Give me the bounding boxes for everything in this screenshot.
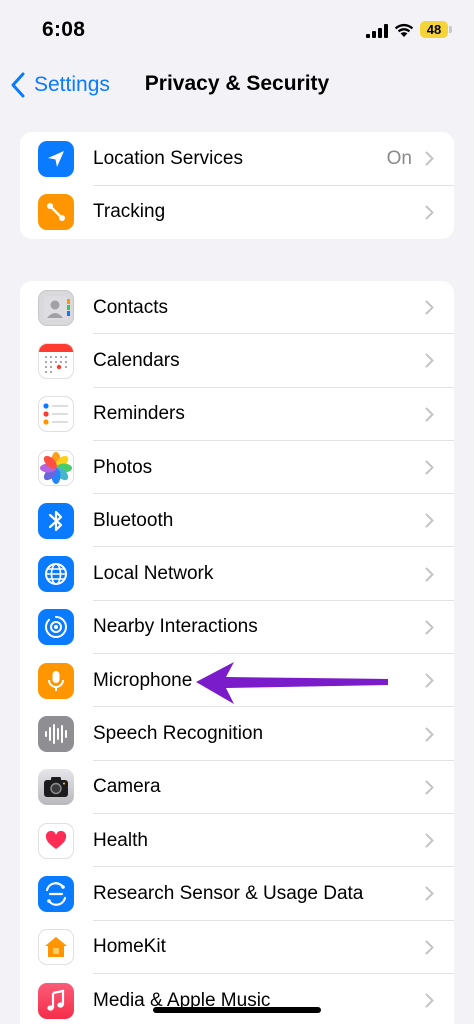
row-research-sensor[interactable]: Research Sensor & Usage Data <box>20 867 454 921</box>
reminders-icon <box>38 396 74 433</box>
music-note-icon <box>38 982 74 1019</box>
annotation-arrow <box>196 662 388 704</box>
chevron-right-icon <box>425 886 434 901</box>
row-label: Health <box>93 829 148 851</box>
heart-icon <box>38 822 74 859</box>
status-bar: 6:08 48 <box>0 0 474 60</box>
chevron-right-icon <box>425 151 434 166</box>
row-nearby-interactions[interactable]: Nearby Interactions <box>20 601 454 655</box>
chevron-right-icon <box>425 300 434 315</box>
location-arrow-icon <box>38 140 74 177</box>
chevron-left-icon <box>11 72 25 98</box>
row-value: On <box>386 147 412 169</box>
row-local-network[interactable]: Local Network <box>20 547 454 601</box>
row-photos[interactable]: Photos <box>20 441 454 495</box>
battery-level: 48 <box>426 22 442 37</box>
row-label: Reminders <box>93 403 185 425</box>
row-label: Microphone <box>93 669 193 691</box>
home-icon <box>38 929 74 966</box>
row-label: Nearby Interactions <box>93 616 258 638</box>
row-label: Calendars <box>93 349 180 371</box>
nearby-icon <box>38 609 74 646</box>
photos-icon <box>38 449 74 486</box>
bluetooth-icon <box>38 502 74 539</box>
row-label: Location Services <box>93 147 243 169</box>
row-speech-recognition[interactable]: Speech Recognition <box>20 707 454 761</box>
chevron-right-icon <box>425 780 434 795</box>
row-label: Contacts <box>93 296 168 318</box>
row-label: HomeKit <box>93 936 166 958</box>
chevron-right-icon <box>425 460 434 475</box>
chevron-right-icon <box>425 620 434 635</box>
chevron-right-icon <box>425 673 434 688</box>
tracking-icon <box>38 194 74 231</box>
wifi-icon <box>394 23 414 37</box>
settings-group-location: Location Services On Tracking <box>20 132 454 239</box>
back-button[interactable]: Settings <box>10 70 110 100</box>
row-label: Camera <box>93 776 161 798</box>
row-location-services[interactable]: Location Services On <box>20 132 454 186</box>
waveform-icon <box>38 716 74 753</box>
status-time: 6:08 <box>42 18 86 41</box>
chevron-right-icon <box>425 993 434 1008</box>
back-label: Settings <box>34 73 110 96</box>
row-label: Tracking <box>93 201 166 223</box>
chevron-right-icon <box>425 727 434 742</box>
cellular-signal-icon <box>366 24 388 38</box>
calendar-icon <box>38 342 74 379</box>
row-contacts[interactable]: Contacts <box>20 281 454 335</box>
row-label: Research Sensor & Usage Data <box>93 882 364 904</box>
row-homekit[interactable]: HomeKit <box>20 921 454 974</box>
camera-icon <box>38 769 74 806</box>
contacts-icon <box>38 289 74 326</box>
row-label: Bluetooth <box>93 509 174 531</box>
chevron-right-icon <box>425 407 434 422</box>
row-label: Speech Recognition <box>93 723 264 745</box>
row-camera[interactable]: Camera <box>20 761 454 814</box>
chevron-right-icon <box>425 205 434 220</box>
chevron-right-icon <box>425 353 434 368</box>
row-health[interactable]: Health <box>20 814 454 868</box>
chevron-right-icon <box>425 567 434 582</box>
globe-icon <box>38 556 74 593</box>
settings-group-permissions: Contacts Calendars Reminders Photos Blue… <box>20 281 454 1024</box>
research-icon <box>38 875 74 912</box>
chevron-right-icon <box>425 940 434 955</box>
row-label: Photos <box>93 456 153 478</box>
microphone-icon <box>38 662 74 699</box>
chevron-right-icon <box>425 513 434 528</box>
home-indicator[interactable] <box>153 1007 321 1013</box>
row-calendars[interactable]: Calendars <box>20 334 454 388</box>
chevron-right-icon <box>425 833 434 848</box>
row-media-apple-music[interactable]: Media & Apple Music <box>20 974 454 1024</box>
navigation-bar: Privacy & Security Settings <box>0 60 474 110</box>
row-bluetooth[interactable]: Bluetooth <box>20 494 454 548</box>
battery-icon: 48 <box>420 21 452 38</box>
row-reminders[interactable]: Reminders <box>20 388 454 441</box>
row-label: Local Network <box>93 563 214 585</box>
row-tracking[interactable]: Tracking <box>20 186 454 240</box>
